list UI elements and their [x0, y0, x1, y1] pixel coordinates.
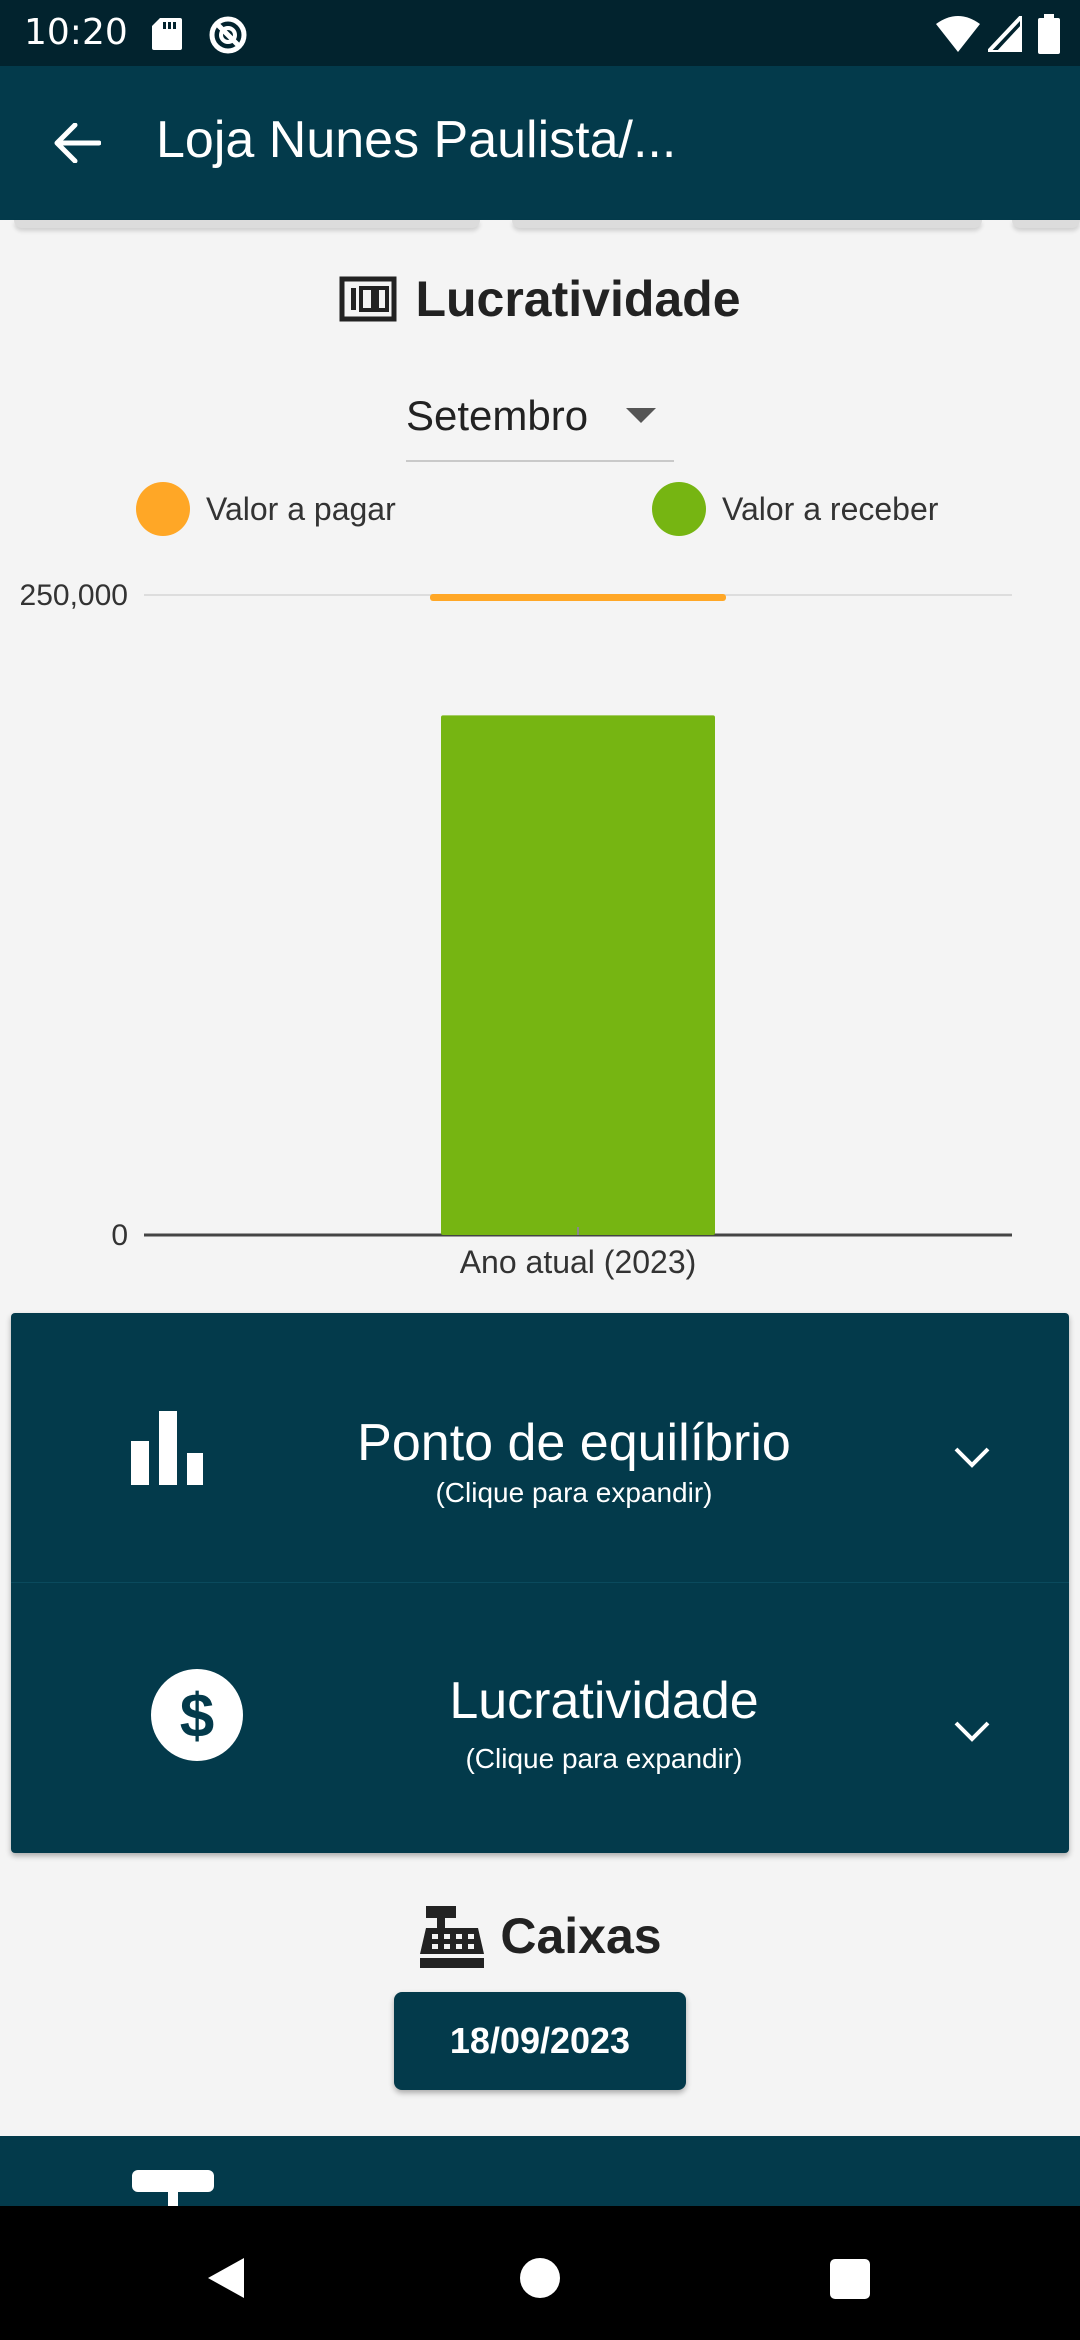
- battery-icon: [1038, 14, 1060, 54]
- tab-fragment[interactable]: [512, 220, 982, 228]
- card-title: Ponto de equilíbrio: [357, 1414, 791, 1472]
- caixas-title: Caixas: [500, 1908, 662, 1964]
- profit-section-title: Lucratividade: [0, 270, 1080, 328]
- card-subtitle: (Clique para expandir): [435, 1477, 713, 1508]
- profit-chart: 0 250,000 Ano atual (2023): [20, 579, 1012, 1280]
- legend-dot: [136, 482, 190, 536]
- x-tick-label: Ano atual (2023): [460, 1244, 697, 1280]
- hundred-icon: [339, 276, 397, 322]
- do-not-disturb-icon: [209, 16, 247, 54]
- y-tick-label: 250,000: [20, 579, 128, 612]
- card-title: Lucratividade: [449, 1672, 759, 1730]
- bar-chart-icon: [131, 1411, 203, 1485]
- cash-register-icon: [420, 1906, 485, 1968]
- tab-strip: [0, 220, 1080, 230]
- app-title: Loja Nunes Paulista/...: [156, 111, 677, 169]
- system-nav-bar: [0, 2206, 1080, 2340]
- bar-valor-a-receber: [441, 715, 715, 1235]
- date-picker-button[interactable]: 18/09/2023: [394, 1992, 686, 2090]
- bar-valor-a-pagar: [430, 594, 726, 601]
- chevron-down-icon: [954, 1447, 990, 1468]
- card-lucratividade[interactable]: $ Lucratividade (Clique para expandir): [11, 1583, 1069, 1853]
- app-bar: Loja Nunes Paulista/...: [0, 66, 1080, 220]
- expandable-cards: Ponto de equilíbrio (Clique para expandi…: [11, 1313, 1069, 1853]
- legend-label: Valor a pagar: [206, 490, 396, 527]
- sd-card-icon: [152, 18, 182, 50]
- cash-register-icon: [132, 2170, 214, 2206]
- nav-home-icon[interactable]: [520, 2258, 560, 2298]
- caixas-card[interactable]: [0, 2136, 1080, 2206]
- legend-item-receber: Valor a receber: [652, 482, 938, 536]
- month-select[interactable]: Setembro: [406, 380, 674, 462]
- month-value: Setembro: [406, 392, 589, 439]
- tab-fragment[interactable]: [14, 220, 480, 228]
- status-bar: 10:20: [0, 0, 1080, 66]
- back-button[interactable]: [44, 110, 110, 176]
- wifi-icon: [936, 16, 980, 52]
- profit-title: Lucratividade: [415, 271, 741, 327]
- card-ponto-equilibrio[interactable]: Ponto de equilíbrio (Clique para expandi…: [11, 1313, 1069, 1583]
- caixas-section-title: Caixas: [0, 1902, 1080, 1970]
- arrow-back-icon: [54, 123, 101, 163]
- chevron-down-icon: [954, 1721, 990, 1742]
- svg-text:$: $: [180, 1682, 214, 1751]
- nav-back-icon[interactable]: [206, 2256, 246, 2300]
- card-subtitle: (Clique para expandir): [465, 1743, 743, 1774]
- nav-recents-icon[interactable]: [830, 2259, 870, 2299]
- legend-label: Valor a receber: [722, 490, 939, 527]
- legend-item-pagar: Valor a pagar: [136, 482, 396, 536]
- dollar-circle-icon: $: [151, 1669, 243, 1761]
- tab-fragment[interactable]: [1012, 220, 1080, 228]
- dropdown-arrow-icon: [626, 408, 656, 423]
- signal-icon: [988, 16, 1022, 52]
- legend-dot: [652, 482, 706, 536]
- y-tick-label: 0: [111, 1219, 128, 1252]
- status-time: 10:20: [24, 12, 128, 53]
